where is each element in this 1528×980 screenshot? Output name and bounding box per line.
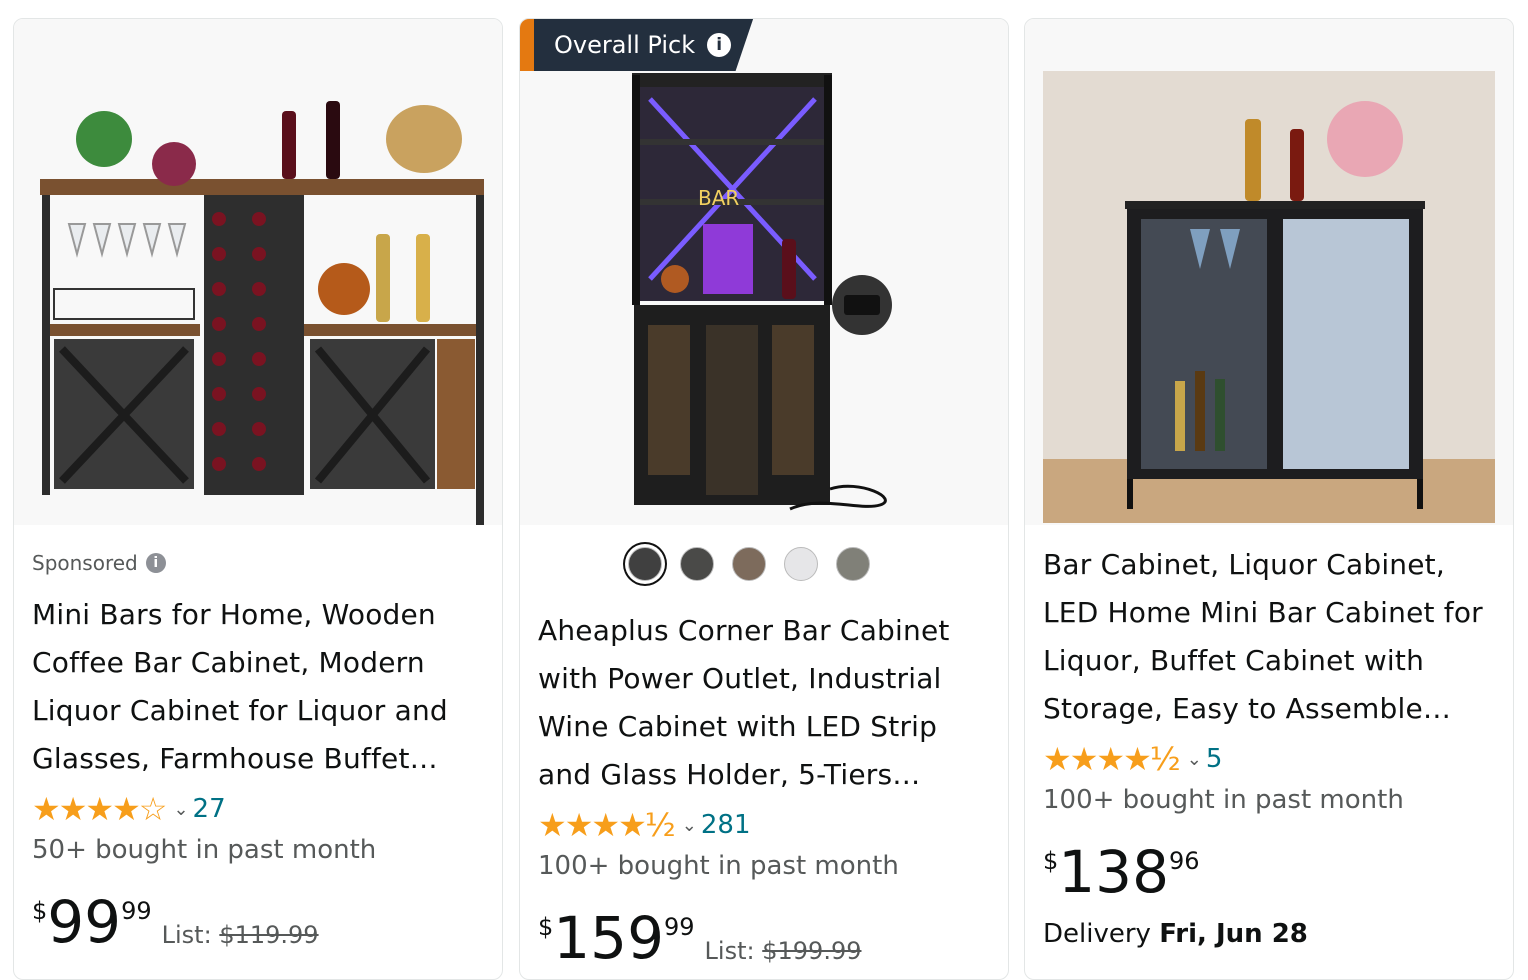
sponsored-text: Sponsored bbox=[32, 551, 138, 575]
bought-count: 50+ bought in past month bbox=[32, 835, 377, 865]
color-swatch[interactable] bbox=[836, 547, 870, 581]
review-count-link[interactable]: 27 bbox=[193, 794, 226, 824]
product-image[interactable] bbox=[14, 19, 502, 525]
list-label: List: bbox=[161, 921, 212, 949]
color-swatch[interactable] bbox=[784, 547, 818, 581]
review-count-link[interactable]: 5 bbox=[1206, 744, 1223, 774]
product-card[interactable]: Bar Cabinet, Liquor Cabinet, LED Home Mi… bbox=[1024, 18, 1514, 980]
product-image[interactable] bbox=[1025, 19, 1513, 525]
price-whole: 159 bbox=[553, 904, 664, 972]
product-title[interactable]: Aheaplus Corner Bar Cabinet with Power O… bbox=[538, 607, 978, 799]
product-card[interactable]: BAR Overall Pick i Aheaplus Corner Bar C… bbox=[519, 18, 1009, 980]
list-price-value: $199.99 bbox=[762, 937, 862, 965]
price-whole: 138 bbox=[1058, 838, 1169, 906]
rating-row[interactable]: ★★★★☆ ⌄ 27 bbox=[32, 793, 226, 825]
sponsored-label[interactable]: Sponsored i bbox=[32, 551, 166, 575]
color-swatch-selected[interactable] bbox=[628, 547, 662, 581]
chevron-down-icon[interactable]: ⌄ bbox=[173, 799, 188, 820]
color-swatches bbox=[628, 547, 870, 581]
list-price: List: $119.99 bbox=[162, 921, 319, 949]
bought-count: 100+ bought in past month bbox=[538, 851, 899, 881]
star-rating-icon[interactable]: ★★★★½ bbox=[538, 809, 676, 841]
star-rating-icon[interactable]: ★★★★☆ bbox=[32, 793, 167, 825]
price-fraction: 99 bbox=[664, 913, 695, 941]
overall-pick-badge: Overall Pick i bbox=[520, 19, 754, 71]
color-swatch[interactable] bbox=[680, 547, 714, 581]
list-price-value: $119.99 bbox=[219, 921, 319, 949]
chevron-down-icon[interactable]: ⌄ bbox=[1187, 749, 1202, 770]
price-currency: $ bbox=[538, 913, 554, 941]
product-image[interactable]: BAR bbox=[520, 19, 1008, 525]
review-count-link[interactable]: 281 bbox=[701, 810, 751, 840]
rating-row[interactable]: ★★★★½ ⌄ 5 bbox=[1043, 743, 1222, 775]
badge-body: Overall Pick i bbox=[534, 19, 754, 71]
info-icon[interactable]: i bbox=[707, 33, 732, 57]
price-currency: $ bbox=[32, 897, 48, 925]
star-rating-icon[interactable]: ★★★★½ bbox=[1043, 743, 1181, 775]
bought-count: 100+ bought in past month bbox=[1043, 785, 1404, 815]
delivery-info: Delivery Fri, Jun 28 bbox=[1043, 919, 1308, 949]
badge-text: Overall Pick bbox=[554, 31, 696, 59]
price-currency: $ bbox=[1043, 847, 1059, 875]
product-card[interactable]: Sponsored i Mini Bars for Home, Wooden C… bbox=[13, 18, 503, 980]
price[interactable]: $ 138 96 bbox=[1043, 841, 1200, 903]
delivery-label: Delivery bbox=[1043, 919, 1151, 949]
price-fraction: 96 bbox=[1169, 847, 1200, 875]
info-icon[interactable]: i bbox=[145, 553, 166, 573]
svg-text:BAR: BAR bbox=[698, 186, 739, 210]
list-label: List: bbox=[704, 937, 755, 965]
price[interactable]: $ 99 99 List: $119.99 bbox=[32, 891, 319, 953]
chevron-down-icon[interactable]: ⌄ bbox=[682, 815, 697, 836]
product-title[interactable]: Bar Cabinet, Liquor Cabinet, LED Home Mi… bbox=[1043, 541, 1483, 733]
list-price: List: $199.99 bbox=[705, 937, 862, 965]
price-whole: 99 bbox=[47, 888, 122, 956]
color-swatch[interactable] bbox=[732, 547, 766, 581]
rating-row[interactable]: ★★★★½ ⌄ 281 bbox=[538, 809, 751, 841]
badge-accent bbox=[520, 19, 534, 71]
delivery-date: Fri, Jun 28 bbox=[1159, 919, 1308, 949]
product-title[interactable]: Mini Bars for Home, Wooden Coffee Bar Ca… bbox=[32, 591, 472, 783]
price[interactable]: $ 159 99 List: $199.99 bbox=[538, 907, 861, 969]
price-fraction: 99 bbox=[121, 897, 152, 925]
